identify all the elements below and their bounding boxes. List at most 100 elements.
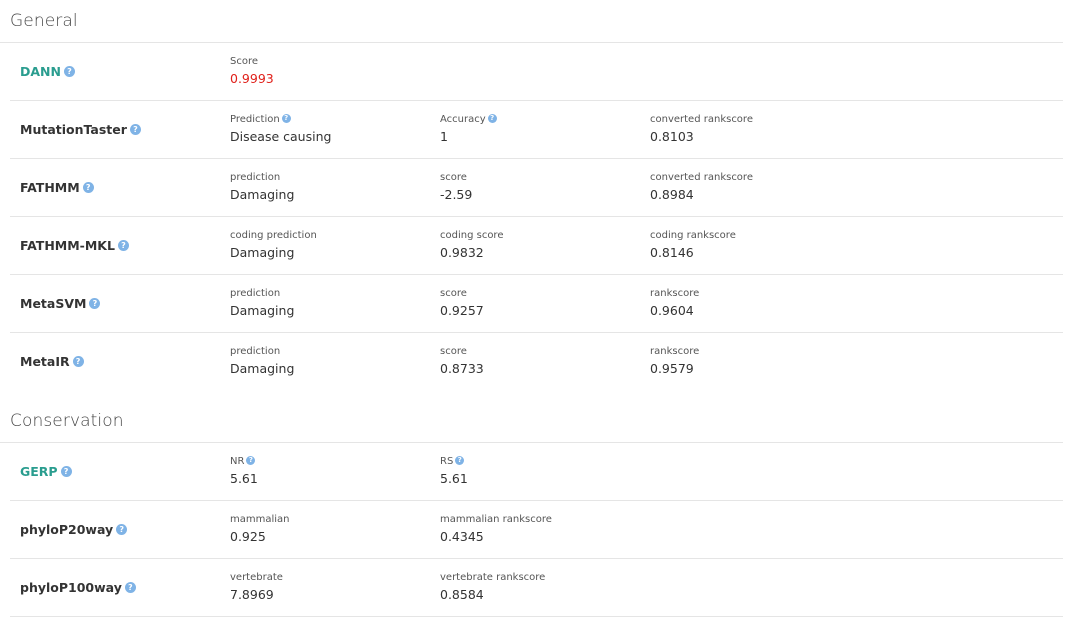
- field-value: 0.9832: [440, 245, 484, 260]
- predictor-name-label: FATHMM: [20, 180, 80, 195]
- field-value: 5.61: [440, 471, 468, 486]
- field-prediction: prediction Damaging: [230, 287, 294, 321]
- conservation-row-phylop20way: phyloP20way? mammalian 0.925 mammalian r…: [10, 501, 1063, 559]
- field-value: 0.8103: [650, 129, 694, 144]
- predictor-name-label[interactable]: DANN: [20, 64, 61, 79]
- field-label: coding rankscore: [650, 230, 736, 241]
- field-label: rankscore: [650, 346, 700, 357]
- field-label-text: NR: [230, 456, 245, 467]
- predictor-name-label: MetaSVM: [20, 296, 87, 311]
- field-label: Score: [230, 56, 259, 67]
- field-score: score 0.9257: [440, 287, 484, 321]
- field-label: score: [440, 172, 467, 183]
- field-prediction: prediction Damaging: [230, 171, 294, 205]
- field-value: 0.4345: [440, 529, 484, 544]
- predictor-name-label: FATHMM-MKL: [20, 238, 115, 253]
- field-label: NR?: [230, 455, 258, 469]
- field-converted-rankscore: converted rankscore 0.8103: [650, 113, 753, 147]
- predictor-row-metasvm: MetaSVM? prediction Damaging score 0.925…: [10, 275, 1063, 333]
- field-label: coding score: [440, 230, 504, 241]
- general-section-title: General: [0, 0, 1063, 43]
- conservation-section: Conservation GERP? NR? 5.61 RS? 5.61 phy…: [0, 400, 1073, 617]
- field-label: vertebrate rankscore: [440, 572, 546, 583]
- field-label: Prediction?: [230, 113, 331, 127]
- field-value: 0.9604: [650, 303, 694, 318]
- field-nr: NR? 5.61: [230, 455, 258, 489]
- help-icon[interactable]: ?: [487, 113, 497, 123]
- field-label: coding prediction: [230, 230, 317, 241]
- predictor-name-fathmm-mkl: FATHMM-MKL?: [20, 217, 129, 274]
- conservation-name-phylop20way: phyloP20way?: [20, 501, 128, 558]
- help-icon[interactable]: ?: [82, 182, 94, 193]
- field-value: -2.59: [440, 187, 473, 202]
- field-value: Damaging: [230, 361, 295, 376]
- help-icon[interactable]: ?: [246, 455, 256, 465]
- conservation-row-gerp: GERP? NR? 5.61 RS? 5.61: [10, 443, 1063, 501]
- field-converted-rankscore: converted rankscore 0.8984: [650, 171, 753, 205]
- field-value: 0.8733: [440, 361, 484, 376]
- field-label: Accuracy?: [440, 113, 497, 127]
- predictor-row-metalr: MetaIR? prediction Damaging score 0.8733…: [10, 333, 1063, 390]
- field-value: 0.8146: [650, 245, 694, 260]
- predictor-name-mutationtaster: MutationTaster?: [20, 101, 141, 158]
- field-label: prediction: [230, 172, 281, 183]
- predictor-name-metalr: MetaIR?: [20, 333, 84, 390]
- conservation-section-title: Conservation: [0, 400, 1063, 443]
- conservation-name-label[interactable]: GERP: [20, 464, 58, 479]
- field-label: score: [440, 288, 467, 299]
- field-coding-score: coding score 0.9832: [440, 229, 503, 263]
- field-value: 0.9257: [440, 303, 484, 318]
- field-label: converted rankscore: [650, 172, 753, 183]
- predictor-row-fathmm: FATHMM? prediction Damaging score -2.59 …: [10, 159, 1063, 217]
- help-icon[interactable]: ?: [72, 356, 84, 367]
- predictor-name-dann[interactable]: DANN?: [20, 43, 75, 100]
- field-label-text: Accuracy: [440, 114, 486, 125]
- field-label-text: RS: [440, 456, 454, 467]
- field-coding-rankscore: coding rankscore 0.8146: [650, 229, 736, 263]
- field-label: score: [440, 346, 467, 357]
- field-label: prediction: [230, 346, 281, 357]
- help-icon[interactable]: ?: [455, 455, 465, 465]
- field-value: Damaging: [230, 187, 295, 202]
- field-rankscore: rankscore 0.9604: [650, 287, 699, 321]
- field-coding-prediction: coding prediction Damaging: [230, 229, 317, 263]
- help-icon[interactable]: ?: [117, 240, 129, 251]
- field-score: score -2.59: [440, 171, 472, 205]
- predictor-name-metasvm: MetaSVM?: [20, 275, 101, 332]
- field-rs: RS? 5.61: [440, 455, 468, 489]
- field-value: Disease causing: [230, 129, 332, 144]
- help-icon[interactable]: ?: [281, 113, 291, 123]
- field-prediction: Prediction? Disease causing: [230, 113, 331, 147]
- field-label: prediction: [230, 288, 281, 299]
- field-label: mammalian: [230, 514, 290, 525]
- predictor-name-fathmm: FATHMM?: [20, 159, 94, 216]
- conservation-name-phylop100way: phyloP100way?: [20, 559, 136, 616]
- field-accuracy: Accuracy? 1: [440, 113, 497, 147]
- field-value: 5.61: [230, 471, 258, 486]
- field-label: rankscore: [650, 288, 700, 299]
- field-value: 0.9993: [230, 71, 274, 86]
- field-label: mammalian rankscore: [440, 514, 552, 525]
- field-vertebrate-rankscore: vertebrate rankscore 0.8584: [440, 571, 545, 605]
- help-icon[interactable]: ?: [129, 124, 141, 135]
- help-icon[interactable]: ?: [124, 582, 136, 593]
- general-section: General DANN? Score 0.9993 MutationTaste…: [0, 0, 1073, 390]
- field-label: converted rankscore: [650, 114, 753, 125]
- help-icon[interactable]: ?: [63, 66, 75, 77]
- field-vertebrate: vertebrate 7.8969: [230, 571, 283, 605]
- field-value: Damaging: [230, 245, 295, 260]
- conservation-name-label: phyloP100way: [20, 580, 122, 595]
- page: { "sections": { "general": { "title": "G…: [0, 0, 1073, 627]
- field-score: score 0.8733: [440, 345, 484, 379]
- help-icon[interactable]: ?: [60, 466, 72, 477]
- conservation-name-gerp[interactable]: GERP?: [20, 443, 72, 500]
- help-icon[interactable]: ?: [89, 298, 101, 309]
- field-rankscore: rankscore 0.9579: [650, 345, 699, 379]
- predictor-name-label: MetaIR: [20, 354, 70, 369]
- field-score: Score 0.9993: [230, 55, 274, 89]
- field-value: 0.8584: [440, 587, 484, 602]
- predictor-row-dann: DANN? Score 0.9993: [10, 43, 1063, 101]
- help-icon[interactable]: ?: [116, 524, 128, 535]
- conservation-row-phylop100way: phyloP100way? vertebrate 7.8969 vertebra…: [10, 559, 1063, 617]
